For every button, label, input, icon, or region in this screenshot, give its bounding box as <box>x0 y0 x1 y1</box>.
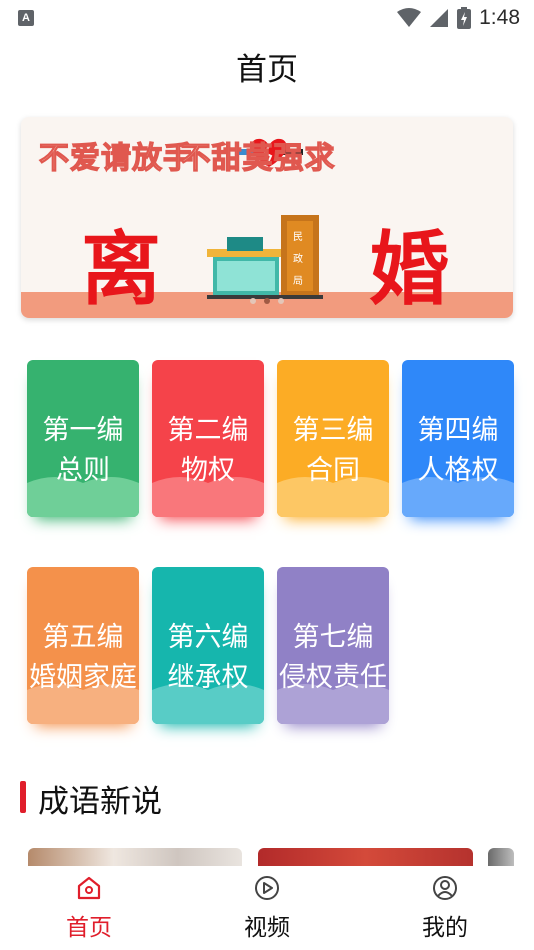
card-title: 继承权 <box>167 662 249 693</box>
nav-video[interactable]: 视频 <box>207 874 327 942</box>
card-title: 婚姻家庭 <box>29 662 137 693</box>
building-sign: 民政局 <box>293 232 303 287</box>
category-card[interactable]: 第七编 侵权责任 <box>277 567 389 724</box>
card-volume-label: 第五编 <box>42 622 124 653</box>
battery-charging-icon <box>457 7 472 29</box>
card-volume-label: 第三编 <box>292 415 374 446</box>
section-accent-bar <box>20 781 26 813</box>
clock: 1:48 <box>479 6 520 29</box>
carousel-indicator <box>21 298 513 304</box>
nav-video-label: 视频 <box>244 915 290 941</box>
carousel-dot[interactable] <box>278 298 284 304</box>
category-card[interactable]: 第一编 总则 <box>27 360 139 517</box>
carousel-dot-active[interactable] <box>264 298 270 304</box>
card-volume-label: 第六编 <box>167 622 249 653</box>
nav-home-label: 首页 <box>66 915 112 941</box>
carousel-dot[interactable] <box>250 298 256 304</box>
bottom-navigation: 首页 视频 我的 <box>0 866 534 950</box>
civil-affairs-building-illustration <box>207 215 323 299</box>
wifi-icon <box>397 8 422 27</box>
category-card[interactable]: 第四编 人格权 <box>402 360 514 517</box>
category-card[interactable]: 第三编 合同 <box>277 360 389 517</box>
cellular-signal-icon <box>430 9 449 27</box>
card-title: 合同 <box>306 455 360 486</box>
notification-icon: A <box>18 10 34 26</box>
nav-profile-label: 我的 <box>422 915 468 941</box>
card-title: 侵权责任 <box>279 662 387 693</box>
card-title: 总则 <box>56 455 110 486</box>
banner-slogan-right: 不甜莫强求 <box>180 140 336 176</box>
profile-icon <box>433 876 457 900</box>
idiom-thumbnail[interactable] <box>258 848 473 868</box>
category-card[interactable]: 第六编 继承权 <box>152 567 264 724</box>
card-volume-label: 第七编 <box>292 622 374 653</box>
card-title: 物权 <box>181 455 235 486</box>
card-title: 人格权 <box>417 455 499 486</box>
card-volume-label: 第二编 <box>167 415 249 446</box>
idiom-thumbnail[interactable] <box>488 848 514 868</box>
nav-home[interactable]: 首页 <box>29 874 149 942</box>
idiom-thumbnail[interactable] <box>28 848 242 868</box>
home-icon <box>77 876 101 900</box>
section-title: 成语新说 <box>38 784 162 820</box>
category-card[interactable]: 第五编 婚姻家庭 <box>27 567 139 724</box>
card-volume-label: 第四编 <box>417 415 499 446</box>
status-bar: A 1:48 <box>0 0 534 36</box>
nav-profile[interactable]: 我的 <box>385 874 505 942</box>
page-title: 首页 <box>236 52 298 88</box>
video-icon <box>255 876 279 900</box>
banner-carousel[interactable]: 不爱请放手 不甜莫强求 离 婚 民政局 <box>21 117 513 318</box>
category-card[interactable]: 第二编 物权 <box>152 360 264 517</box>
card-volume-label: 第一编 <box>42 415 124 446</box>
